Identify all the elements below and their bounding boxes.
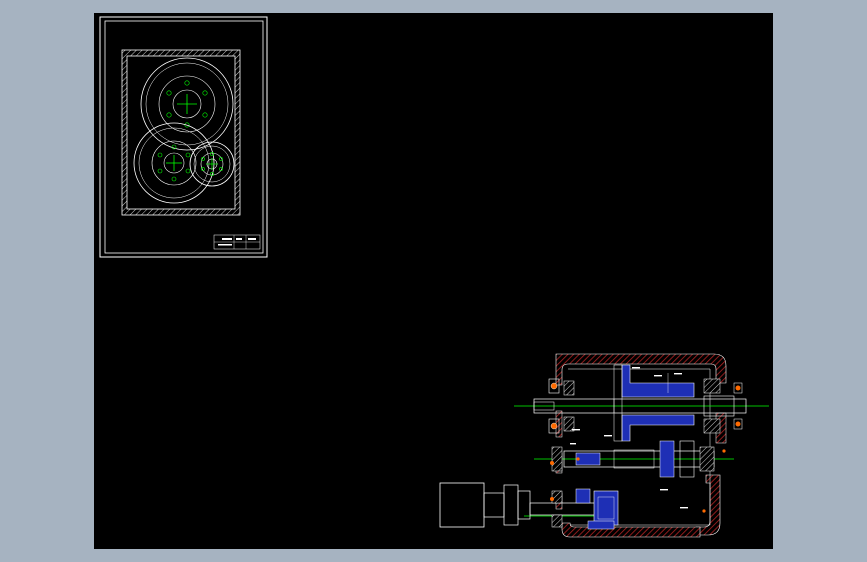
casing-section	[555, 353, 727, 538]
input-shaft	[439, 482, 619, 530]
sheet-title-block	[213, 234, 261, 250]
drawing-canvas	[99, 16, 769, 538]
gearbox-section-view	[439, 353, 769, 538]
cad-viewport[interactable]	[94, 13, 773, 549]
gear-layout-sheet	[99, 16, 268, 258]
motor-block	[439, 482, 485, 528]
